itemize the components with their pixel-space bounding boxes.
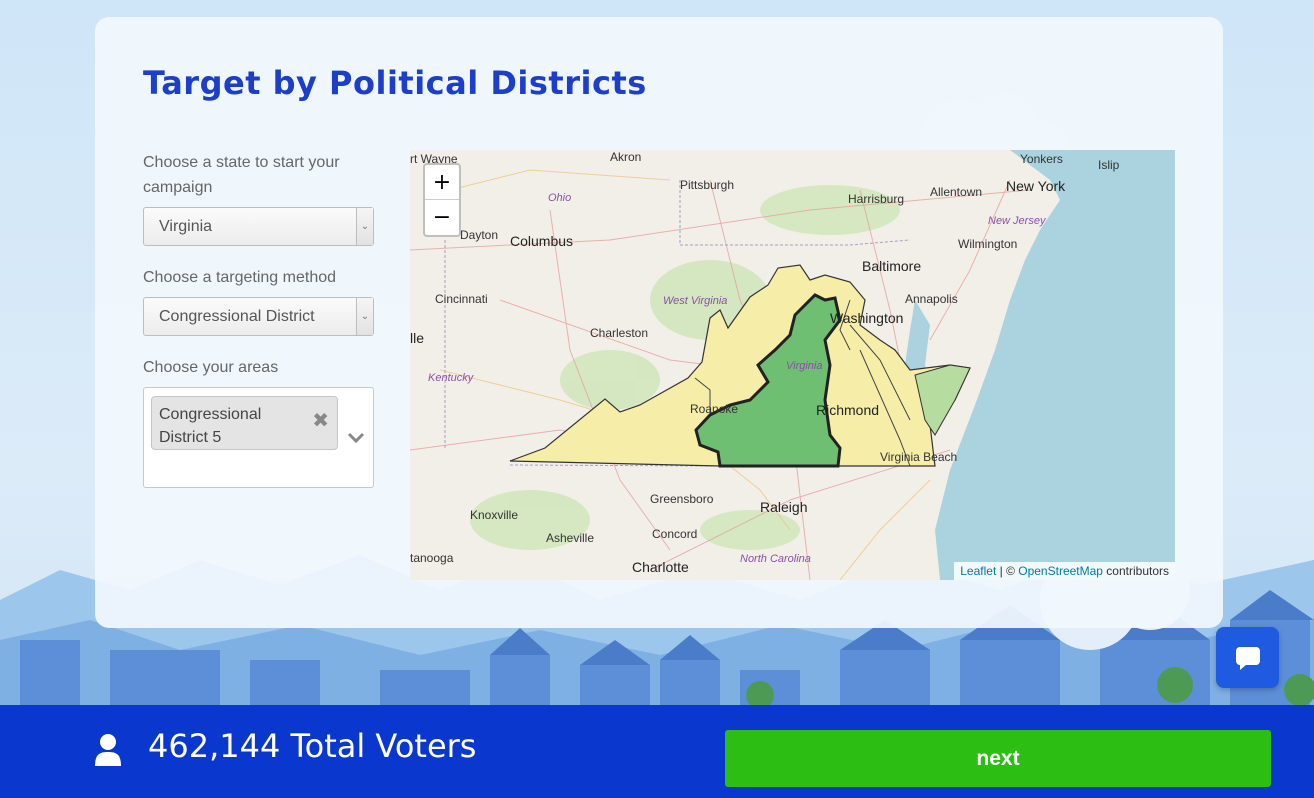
place-label: Charlotte: [632, 559, 689, 575]
place-label: New York: [1006, 178, 1066, 194]
place-label: Dayton: [460, 228, 499, 242]
footer-bar: 462,144 Total Voters next: [0, 705, 1314, 798]
place-label: Washington: [830, 310, 904, 326]
total-voters: 462,144 Total Voters: [148, 727, 477, 765]
areas-multiselect[interactable]: Congressional District 5 ✖: [143, 387, 374, 488]
place-label: Wilmington: [958, 237, 1018, 251]
place-label: Baltimore: [862, 258, 922, 274]
map-attribution: Leaflet | © OpenStreetMap contributors: [954, 562, 1175, 580]
place-label: Cincinnati: [435, 292, 488, 306]
district-map[interactable]: rt Wayne Akron Pittsburgh Harrisburg All…: [410, 150, 1175, 580]
place-label: Islip: [1098, 158, 1120, 172]
place-label: Asheville: [546, 531, 595, 545]
state-select-value: Virginia: [159, 218, 213, 235]
areas-label: Choose your areas: [143, 359, 279, 376]
place-label: Virginia: [786, 360, 823, 372]
chevron-down-icon[interactable]: ⌄: [356, 298, 373, 335]
chevron-down-icon[interactable]: [345, 426, 367, 448]
place-label: Columbus: [510, 233, 574, 249]
place-label: Raleigh: [760, 499, 808, 515]
place-label: Yonkers: [1020, 152, 1063, 166]
place-label: Kentucky: [428, 372, 474, 384]
selected-area-chip: Congressional District 5 ✖: [151, 396, 338, 450]
attribution-sep: | ©: [996, 564, 1019, 578]
place-label: tanooga: [410, 551, 454, 565]
attribution-suffix: contributors: [1102, 564, 1169, 578]
place-label: Virginia Beach: [880, 450, 958, 464]
leaflet-link[interactable]: Leaflet: [960, 564, 996, 578]
place-label: Richmond: [816, 402, 880, 418]
place-label: Allentown: [930, 185, 983, 199]
method-label: Choose a targeting method: [143, 269, 337, 286]
place-label: Harrisburg: [848, 192, 905, 206]
place-label: Pittsburgh: [680, 178, 735, 192]
chat-button[interactable]: [1216, 627, 1279, 688]
place-label: North Carolina: [740, 553, 811, 565]
page-title: Target by Political Districts: [143, 64, 647, 102]
osm-link[interactable]: OpenStreetMap: [1018, 564, 1103, 578]
place-label: New Jersey: [988, 215, 1046, 227]
method-select-value: Congressional District: [159, 308, 315, 325]
state-label: Choose a state to start your campaign: [143, 154, 340, 196]
place-label: Greensboro: [650, 492, 714, 506]
user-icon: [95, 734, 121, 766]
place-label: Concord: [652, 527, 698, 541]
state-select[interactable]: Virginia ⌄: [143, 207, 374, 246]
place-label: Charleston: [590, 326, 649, 340]
place-label: lle: [410, 330, 425, 346]
remove-icon[interactable]: ✖: [312, 410, 329, 433]
place-label: Ohio: [548, 192, 572, 204]
place-label: West Virginia: [663, 295, 728, 307]
zoom-control: + −: [423, 163, 461, 237]
zoom-out-button[interactable]: −: [425, 200, 459, 235]
place-label: Roanoke: [690, 402, 739, 416]
chevron-down-icon[interactable]: ⌄: [356, 208, 373, 245]
place-label: Annapolis: [905, 292, 958, 306]
zoom-in-button[interactable]: +: [425, 165, 459, 200]
chat-icon: [1235, 646, 1260, 670]
chip-label: Congressional District 5: [159, 406, 262, 446]
method-select[interactable]: Congressional District ⌄: [143, 297, 374, 336]
place-label: Akron: [610, 150, 642, 164]
place-label: Knoxville: [470, 508, 519, 522]
next-button[interactable]: next: [725, 730, 1271, 787]
